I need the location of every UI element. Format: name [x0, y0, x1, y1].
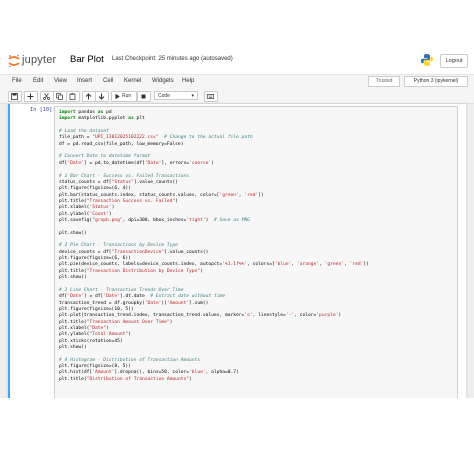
python-logo-icon: [421, 54, 433, 66]
code-line: plt.title("Distribution of Transaction A…: [59, 376, 192, 382]
toolbar: Run Code ▾: [0, 89, 474, 104]
code-line: plt.show(): [59, 344, 87, 350]
logout-button[interactable]: Logout: [440, 54, 468, 68]
code-line: plt.title("Transaction Success vs. Faile…: [59, 198, 178, 204]
code-line: plt.show(): [59, 230, 87, 236]
code-line: plt.show(): [59, 275, 87, 281]
save-icon: [11, 93, 18, 100]
code-line: plt.xlabel("Date"): [59, 325, 109, 331]
paste-button[interactable]: [66, 91, 80, 102]
menu-widgets[interactable]: Widgets: [152, 78, 174, 84]
code-line: plt.figure(figsize=(6, 4)): [59, 186, 131, 192]
copy-button[interactable]: [53, 91, 67, 102]
cell-prompt: In [10]:: [30, 107, 56, 113]
notebook-container: In [10]: import pandas as pd import matpl…: [8, 104, 466, 398]
code-line: plt.ylabel('Count'): [59, 211, 112, 217]
jupyter-logo-icon: [8, 54, 20, 68]
menu-cell[interactable]: Cell: [103, 78, 113, 84]
code-line: df['Date'] = pd.to_datetime(df['Date'], …: [59, 160, 214, 166]
arrow-down-icon: [98, 93, 105, 100]
run-label: Run: [122, 93, 132, 99]
code-line: plt.ylabel("Total Amount"): [59, 332, 131, 338]
header-bar: jupyter Bar Plot Last Checkpoint: 25 min…: [0, 48, 474, 74]
insert-cell-button[interactable]: [24, 91, 38, 102]
scissors-icon: [43, 93, 50, 100]
plus-icon: [27, 93, 34, 100]
code-line: # 3 Line Chart - Transaction Trends Over…: [59, 287, 184, 293]
menu-file[interactable]: File: [12, 78, 22, 84]
code-line: plt.pie(device_counts, labels=device_cou…: [59, 262, 369, 268]
code-line: df['Date'] = df['Date'].dt.date # Extrac…: [59, 294, 226, 300]
menu-edit[interactable]: Edit: [33, 78, 43, 84]
notebook-title[interactable]: Bar Plot: [70, 54, 104, 65]
notebook-window: jupyter Bar Plot Last Checkpoint: 25 min…: [0, 48, 474, 398]
checkpoint-status: Last Checkpoint: 25 minutes ago (autosav…: [112, 56, 233, 62]
menubar: File Edit View Insert Cell Kernel Widget…: [0, 74, 474, 90]
code-line: # Convert Date to datetime format: [59, 154, 151, 160]
cut-button[interactable]: [40, 91, 54, 102]
code-line: plt.bar(status_counts.index, status_coun…: [59, 192, 264, 198]
arrow-up-icon: [85, 93, 92, 100]
menu-kernel[interactable]: Kernel: [124, 78, 141, 84]
menu-help[interactable]: Help: [182, 78, 194, 84]
move-up-button[interactable]: [82, 91, 96, 102]
code-line: # 1 Bar Chart - Success vs. Failed Trans…: [59, 173, 189, 179]
play-icon: [115, 93, 120, 100]
code-editor[interactable]: import pandas as pd import matplotlib.pyp…: [54, 106, 458, 398]
code-line: plt.savefig("graph.png", dpi=300, bbox_i…: [59, 217, 250, 223]
code-line: # 4 Histogram - Distribution of Transact…: [59, 357, 201, 363]
menu-insert[interactable]: Insert: [77, 78, 92, 84]
interrupt-button[interactable]: [137, 91, 151, 102]
code-line: file_path = "UPI_13012025102222.csv" # C…: [59, 135, 253, 141]
run-button[interactable]: Run: [111, 91, 137, 102]
code-line: import matplotlib.pyplot as plt: [59, 116, 145, 122]
code-line: plt.title("Transaction Amount Over Time"…: [59, 319, 173, 325]
code-line: # 2 Pie Chart - Transactions by Device T…: [59, 243, 178, 249]
menu-view[interactable]: View: [54, 78, 67, 84]
kernel-indicator[interactable]: Python 3 (ipykernel): [404, 76, 468, 87]
move-down-button[interactable]: [95, 91, 109, 102]
cell-type-select[interactable]: Code ▾: [154, 91, 198, 100]
code-line: plt.title("Transaction Distribution by D…: [59, 268, 203, 274]
copy-icon: [56, 93, 63, 100]
code-line: plt.plot(transaction_trend.index, transa…: [59, 313, 342, 319]
code-line: df = pd.read_csv(file_path, low_memory=F…: [59, 141, 184, 147]
chevron-down-icon: ▾: [191, 93, 194, 99]
keyboard-icon: [207, 94, 214, 99]
paste-icon: [69, 93, 76, 100]
code-line: status_counts = df["Status"].value_count…: [59, 179, 178, 185]
logo-text: jupyter: [22, 54, 57, 66]
code-line: transaction_trend = df.groupby('Date')['…: [59, 300, 209, 306]
code-line: plt.figure(figsize=(10, 5)): [59, 306, 134, 312]
command-palette-button[interactable]: [204, 91, 218, 102]
jupyter-logo[interactable]: jupyter: [8, 54, 66, 68]
code-line: plt.xlabel('Status'): [59, 205, 115, 211]
code-line: plt.xticks(rotation=45): [59, 338, 123, 344]
cell-type-value: Code: [158, 93, 170, 99]
trusted-indicator[interactable]: Trusted: [368, 76, 400, 87]
code-line: device_counts = df["TransactionDevice"].…: [59, 249, 209, 255]
code-line: plt.hist(df['Amount'].dropna(), bins=50,…: [59, 370, 239, 376]
save-button[interactable]: [8, 91, 22, 102]
stop-icon: [141, 94, 146, 99]
